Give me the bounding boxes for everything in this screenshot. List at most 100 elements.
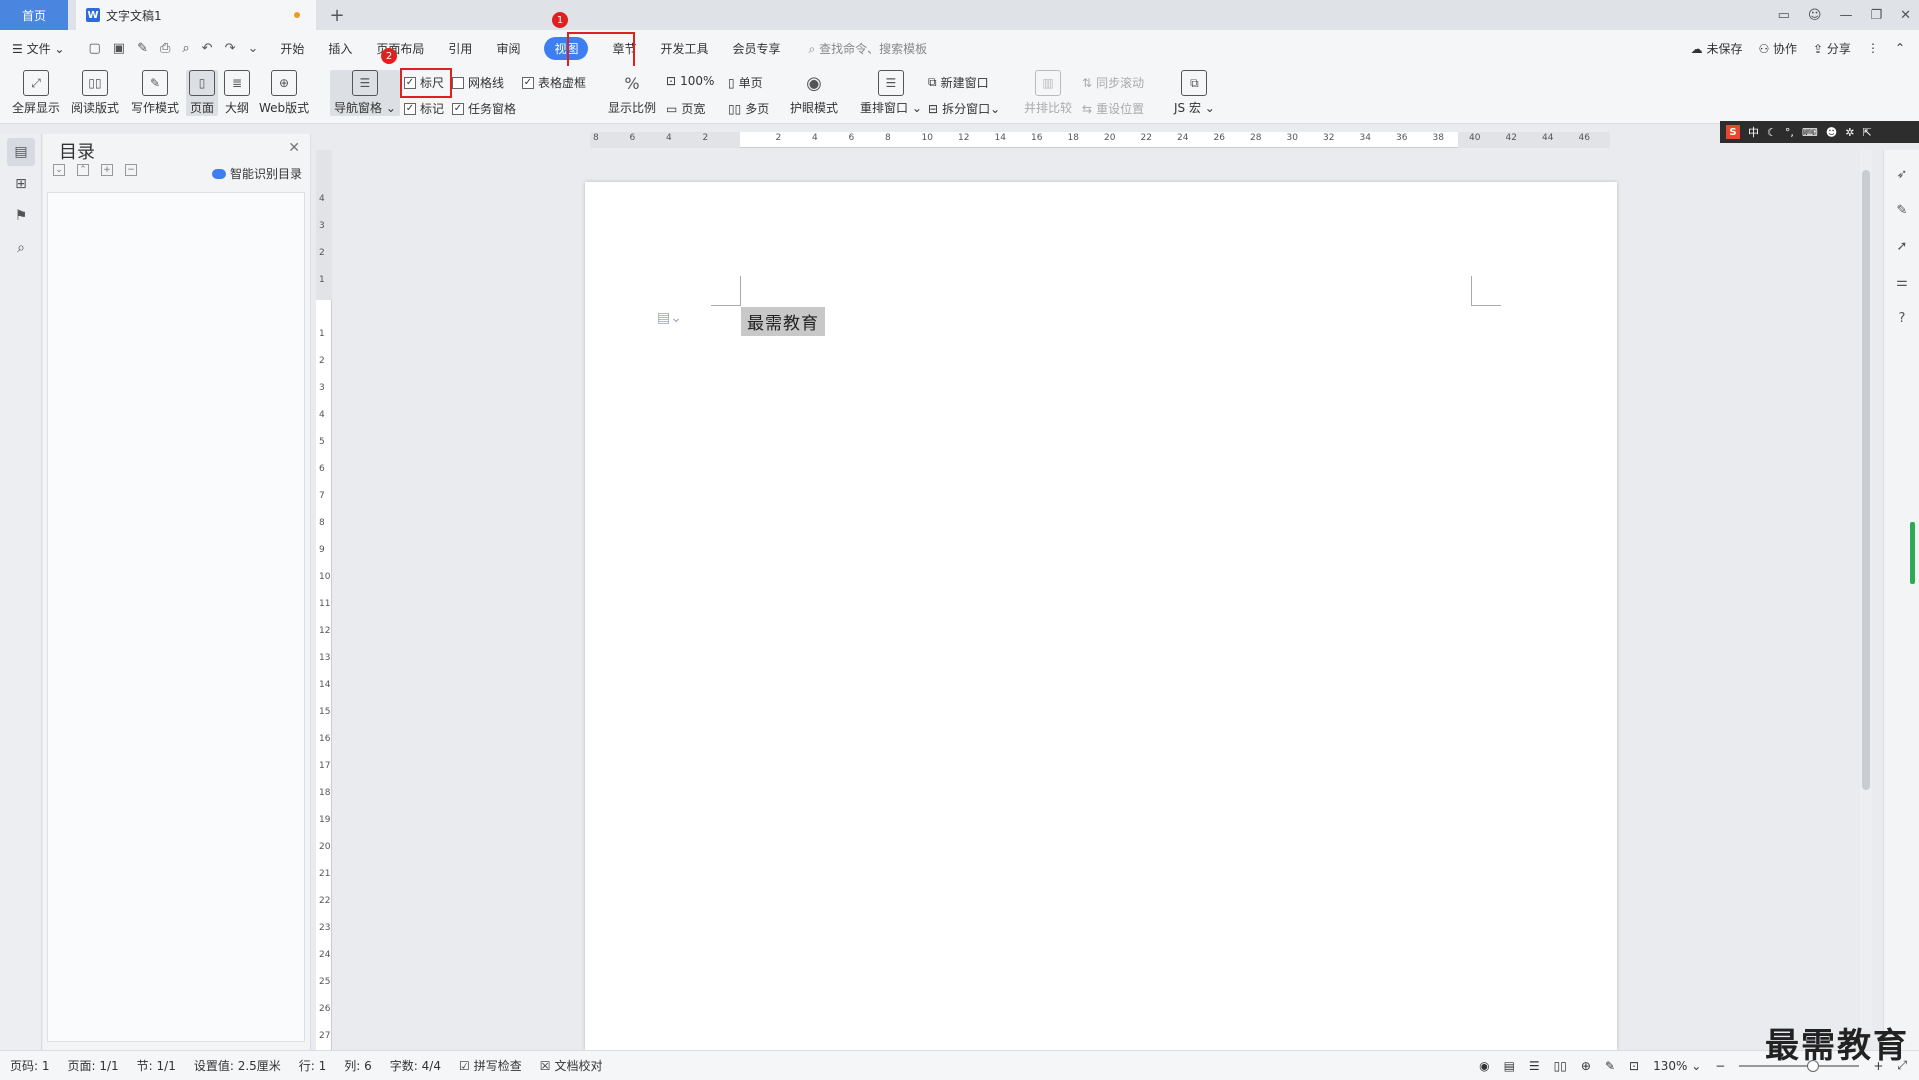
search-icon[interactable]: ⌕ xyxy=(7,234,35,262)
collapse-all-icon[interactable]: ⌃ xyxy=(77,164,89,176)
wrench-icon[interactable]: ✲ xyxy=(1845,126,1854,139)
vertical-ruler[interactable]: 4 3 2 1 1 2 3 4 5 6 7 8 9 10 11 12 13 14 15 16 17 18 19 20 21 22 2… xyxy=(316,150,332,1050)
redo-icon[interactable]: ↷ xyxy=(225,41,236,56)
print-icon[interactable]: ⎙ xyxy=(160,41,170,56)
customize-icon[interactable]: ⌄ xyxy=(247,41,258,56)
document-text[interactable]: 最需教育 xyxy=(741,307,825,336)
format-painter-icon[interactable]: ✎ xyxy=(137,41,148,56)
menu-start[interactable]: 开始 xyxy=(280,40,304,57)
minimize-icon[interactable]: — xyxy=(1839,8,1852,23)
horizontal-ruler[interactable]: 8 6 4 2 2 4 6 8 10 12 14 16 18 20 22 24 26 28 30 32 34 36 38 40… xyxy=(590,132,1610,148)
status-section[interactable]: 节: 1/1 xyxy=(137,1057,176,1074)
close-icon[interactable]: ✕ xyxy=(1900,8,1911,23)
expand-icon[interactable]: ⇱ xyxy=(1862,126,1871,139)
sliders-icon[interactable]: ⚌ xyxy=(1890,270,1914,294)
menu-file[interactable]: ☰ 文件 ⌄ xyxy=(12,40,64,57)
table-frame-checkbox[interactable]: ✓ 表格虚框 xyxy=(522,74,586,91)
write-mode-icon[interactable]: ✎ xyxy=(1605,1059,1615,1073)
status-page-code[interactable]: 页码: 1 xyxy=(10,1057,50,1074)
share-button[interactable]: ⇪ 分享 xyxy=(1813,40,1851,57)
menu-reference[interactable]: 引用 xyxy=(448,40,472,57)
paragraph-menu-icon[interactable]: ▤⌄ xyxy=(657,310,682,326)
status-words[interactable]: 字数: 4/4 xyxy=(390,1057,441,1074)
mark-checkbox[interactable]: ✓ 标记 xyxy=(404,100,444,117)
menu-insert[interactable]: 插入 xyxy=(328,40,352,57)
fit-page-icon[interactable]: ⊡ xyxy=(1629,1059,1639,1073)
vertical-scrollbar[interactable] xyxy=(1860,150,1872,1030)
outline-button[interactable]: ≣ 大纲 xyxy=(224,70,250,116)
sync-scroll-button[interactable]: ⇅ 同步滚动 xyxy=(1082,74,1144,91)
print-preview-icon[interactable]: ⌕ xyxy=(182,41,189,56)
zoom-button[interactable]: % 显示比例 xyxy=(608,70,656,116)
single-page-button[interactable]: ▯ 单页 xyxy=(728,74,763,91)
page-view-button[interactable]: ▯ 页面 xyxy=(186,70,218,116)
scroll-thumb[interactable] xyxy=(1862,170,1870,790)
help-icon[interactable]: ? xyxy=(1890,306,1914,330)
zoom-level[interactable]: 130% ⌄ xyxy=(1653,1059,1701,1073)
new-window-button[interactable]: ⧉ 新建窗口 xyxy=(928,74,989,91)
ruler-tick-label: 44 xyxy=(1542,133,1554,143)
chapter-icon[interactable]: ⊞ xyxy=(7,170,35,198)
tab-home[interactable]: 首页 xyxy=(0,0,68,30)
ime-language[interactable]: 中 xyxy=(1748,124,1759,140)
task-pane-checkbox[interactable]: ✓ 任务窗格 xyxy=(452,100,516,117)
restore-icon[interactable]: ❐ xyxy=(1870,8,1882,23)
write-mode-button[interactable]: ✎ 写作模式 xyxy=(131,70,179,116)
read-mode-button[interactable]: ▯▯ 阅读版式 xyxy=(71,70,119,116)
side-by-side-button[interactable]: ▥ 并排比较 xyxy=(1024,70,1072,116)
collab-button[interactable]: ⚇ 协作 xyxy=(1758,40,1797,57)
status-page[interactable]: 页面: 1/1 xyxy=(68,1057,119,1074)
nav-pane-button[interactable]: ☰ 导航窗格 ⌄ xyxy=(330,70,400,116)
fullscreen-button[interactable]: ⤢ 全屏显示 xyxy=(12,70,60,116)
arrange-windows-button[interactable]: ☰ 重排窗口 ⌄ xyxy=(860,70,922,116)
user-icon[interactable]: ☻ xyxy=(1826,126,1837,139)
web-layout-button[interactable]: ⊕ Web版式 xyxy=(259,70,309,116)
tab-document[interactable]: W 文字文稿1 xyxy=(76,0,316,30)
more-icon[interactable]: ⋮ xyxy=(1867,41,1879,55)
split-window-button[interactable]: ⊟ 拆分窗口 ⌄ xyxy=(928,100,1000,117)
cursor-icon[interactable]: ➚ xyxy=(1890,234,1914,258)
new-tab-button[interactable]: + xyxy=(322,0,352,30)
command-search[interactable]: ⌕ 查找命令、搜索模板 xyxy=(809,40,928,57)
expand-all-icon[interactable]: ⌄ xyxy=(53,164,65,176)
save-icon[interactable]: ▣ xyxy=(113,41,125,56)
menu-dev-tools[interactable]: 开发工具 xyxy=(660,40,708,57)
punctuation-icon[interactable]: °, xyxy=(1785,126,1794,139)
unsaved-button[interactable]: ☁ 未保存 xyxy=(1691,40,1743,57)
rocket-icon[interactable]: ➶ xyxy=(1890,162,1914,186)
navpane-close-icon[interactable]: ✕ xyxy=(288,140,300,156)
zoom-100-button[interactable]: ⊡ 100% xyxy=(666,74,714,88)
document-page[interactable]: ▤⌄ 最需教育 xyxy=(585,182,1617,1050)
menu-member[interactable]: 会员专享 xyxy=(733,40,781,57)
toc-icon[interactable]: ▤ xyxy=(7,138,35,166)
window-layout-icon[interactable]: ▭ xyxy=(1778,8,1790,23)
proof-button[interactable]: ☒ 文档校对 xyxy=(540,1057,603,1074)
page-width-button[interactable]: ▭ 页宽 xyxy=(666,100,705,117)
menu-review[interactable]: 审阅 xyxy=(496,40,520,57)
page-mode-icon[interactable]: ▤ xyxy=(1504,1059,1515,1073)
eye-mode-button[interactable]: ◉ 护眼模式 xyxy=(790,70,838,116)
undo-icon[interactable]: ↶ xyxy=(202,41,213,56)
smart-toc-button[interactable]: 智能识别目录 xyxy=(211,165,302,182)
read-mode-icon[interactable]: ▯▯ xyxy=(1554,1059,1567,1073)
bookmark-icon[interactable]: ⚑ xyxy=(7,202,35,230)
spell-check-button[interactable]: ☑ 拼写检查 xyxy=(459,1057,522,1074)
status-setting[interactable]: 设置值: 2.5厘米 xyxy=(194,1057,281,1074)
avatar[interactable]: ☺ xyxy=(1808,8,1822,23)
keyboard-icon[interactable]: ⌨ xyxy=(1802,126,1818,139)
js-macro-button[interactable]: ⧉ JS 宏 ⌄ xyxy=(1174,70,1215,116)
moon-icon[interactable]: ☾ xyxy=(1767,126,1777,139)
zoom-out-icon[interactable]: − xyxy=(1715,1059,1725,1073)
remove-heading-icon[interactable]: − xyxy=(125,164,137,176)
add-heading-icon[interactable]: + xyxy=(101,164,113,176)
grid-checkbox[interactable]: 网格线 xyxy=(452,74,504,91)
collapse-ribbon-icon[interactable]: ⌃ xyxy=(1895,41,1905,55)
web-mode-icon[interactable]: ⊕ xyxy=(1581,1059,1591,1073)
new-doc-icon[interactable]: ▢ xyxy=(88,41,100,56)
edit-icon[interactable]: ✎ xyxy=(1890,198,1914,222)
eye-protect-icon[interactable]: ◉ xyxy=(1479,1059,1489,1073)
multi-page-button[interactable]: ▯▯ 多页 xyxy=(728,100,769,117)
outline-mode-icon[interactable]: ☰ xyxy=(1529,1059,1540,1073)
mark-check-icon: ✓ xyxy=(404,102,416,115)
reset-position-button[interactable]: ⇆ 重设位置 xyxy=(1082,100,1144,117)
